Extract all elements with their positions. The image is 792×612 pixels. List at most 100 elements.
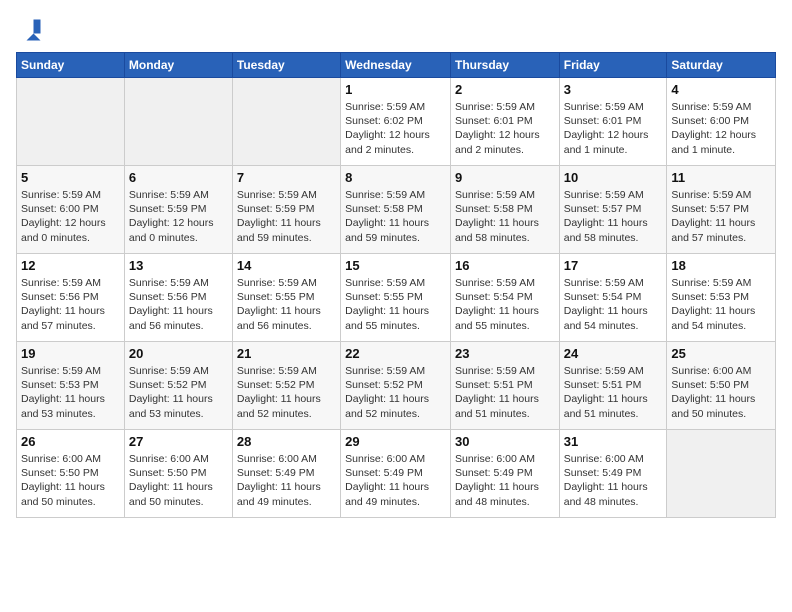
calendar-cell: 11 Sunrise: 5:59 AMSunset: 5:57 PMDayligh… xyxy=(667,166,776,254)
day-info: Sunrise: 5:59 AMSunset: 6:00 PMDaylight:… xyxy=(21,188,120,245)
day-info: Sunrise: 5:59 AMSunset: 5:57 PMDaylight:… xyxy=(671,188,771,245)
calendar-cell: 9 Sunrise: 5:59 AMSunset: 5:58 PMDaylight… xyxy=(450,166,559,254)
weekday-header-tuesday: Tuesday xyxy=(232,53,340,78)
day-info: Sunrise: 6:00 AMSunset: 5:49 PMDaylight:… xyxy=(455,452,555,509)
week-row-4: 19Sunrise: 5:59 AMSunset: 5:53 PMDayligh… xyxy=(17,342,776,430)
day-info: Sunrise: 5:59 AMSunset: 5:51 PMDaylight:… xyxy=(564,364,663,421)
day-info: Sunrise: 5:59 AMSunset: 5:56 PMDaylight:… xyxy=(129,276,228,333)
calendar-cell: 1 Sunrise: 5:59 AMSunset: 6:02 PMDaylight… xyxy=(341,78,451,166)
day-number: 26 xyxy=(21,434,120,449)
day-info: Sunrise: 6:00 AMSunset: 5:49 PMDaylight:… xyxy=(345,452,446,509)
day-info: Sunrise: 5:59 AMSunset: 6:00 PMDaylight:… xyxy=(671,100,771,157)
calendar-cell xyxy=(232,78,340,166)
day-number: 22 xyxy=(345,346,446,361)
day-number: 31 xyxy=(564,434,663,449)
calendar-cell: 3Sunrise: 5:59 AMSunset: 6:01 PMDaylight… xyxy=(559,78,667,166)
calendar-cell: 8 Sunrise: 5:59 AMSunset: 5:58 PMDaylight… xyxy=(341,166,451,254)
weekday-header-row: SundayMondayTuesdayWednesdayThursdayFrid… xyxy=(17,53,776,78)
weekday-header-monday: Monday xyxy=(124,53,232,78)
weekday-header-thursday: Thursday xyxy=(450,53,559,78)
day-info: Sunrise: 5:59 AMSunset: 5:52 PMDaylight:… xyxy=(345,364,446,421)
calendar-cell: 21 Sunrise: 5:59 AMSunset: 5:52 PMDayligh… xyxy=(232,342,340,430)
calendar-cell: 20 Sunrise: 5:59 AMSunset: 5:52 PMDayligh… xyxy=(124,342,232,430)
calendar-cell: 27 Sunrise: 6:00 AMSunset: 5:50 PMDayligh… xyxy=(124,430,232,518)
day-number: 24 xyxy=(564,346,663,361)
day-number: 23 xyxy=(455,346,555,361)
logo-icon xyxy=(16,16,44,44)
day-number: 1 xyxy=(345,82,446,97)
day-info: Sunrise: 5:59 AMSunset: 6:01 PMDaylight:… xyxy=(455,100,555,157)
day-info: Sunrise: 5:59 AMSunset: 5:54 PMDaylight:… xyxy=(564,276,663,333)
calendar-cell: 23 Sunrise: 5:59 AMSunset: 5:51 PMDayligh… xyxy=(450,342,559,430)
calendar-cell: 24 Sunrise: 5:59 AMSunset: 5:51 PMDayligh… xyxy=(559,342,667,430)
day-info: Sunrise: 5:59 AMSunset: 5:56 PMDaylight:… xyxy=(21,276,120,333)
calendar-cell: 14 Sunrise: 5:59 AMSunset: 5:55 PMDayligh… xyxy=(232,254,340,342)
day-number: 21 xyxy=(237,346,336,361)
day-number: 8 xyxy=(345,170,446,185)
calendar-cell: 28 Sunrise: 6:00 AMSunset: 5:49 PMDayligh… xyxy=(232,430,340,518)
day-info: Sunrise: 5:59 AMSunset: 5:52 PMDaylight:… xyxy=(237,364,336,421)
day-number: 11 xyxy=(671,170,771,185)
calendar-cell: 4Sunrise: 5:59 AMSunset: 6:00 PMDaylight… xyxy=(667,78,776,166)
day-number: 20 xyxy=(129,346,228,361)
calendar-cell: 6Sunrise: 5:59 AMSunset: 5:59 PMDaylight… xyxy=(124,166,232,254)
calendar-cell: 30 Sunrise: 6:00 AMSunset: 5:49 PMDayligh… xyxy=(450,430,559,518)
day-info: Sunrise: 5:59 AMSunset: 5:55 PMDaylight:… xyxy=(345,276,446,333)
day-number: 14 xyxy=(237,258,336,273)
day-info: Sunrise: 5:59 AMSunset: 5:53 PMDaylight:… xyxy=(671,276,771,333)
calendar-cell: 13 Sunrise: 5:59 AMSunset: 5:56 PMDayligh… xyxy=(124,254,232,342)
calendar-cell xyxy=(124,78,232,166)
calendar-cell: 26 Sunrise: 6:00 AMSunset: 5:50 PMDayligh… xyxy=(17,430,125,518)
calendar-cell: 19Sunrise: 5:59 AMSunset: 5:53 PMDayligh… xyxy=(17,342,125,430)
day-info: Sunrise: 5:59 AMSunset: 5:55 PMDaylight:… xyxy=(237,276,336,333)
day-info: Sunrise: 5:59 AMSunset: 5:57 PMDaylight:… xyxy=(564,188,663,245)
calendar-cell: 15 Sunrise: 5:59 AMSunset: 5:55 PMDayligh… xyxy=(341,254,451,342)
day-number: 5 xyxy=(21,170,120,185)
day-number: 30 xyxy=(455,434,555,449)
day-info: Sunrise: 5:59 AMSunset: 5:58 PMDaylight:… xyxy=(345,188,446,245)
day-number: 29 xyxy=(345,434,446,449)
week-row-2: 5 Sunrise: 5:59 AMSunset: 6:00 PMDaylight… xyxy=(17,166,776,254)
day-number: 28 xyxy=(237,434,336,449)
day-number: 15 xyxy=(345,258,446,273)
day-info: Sunrise: 5:59 AMSunset: 5:59 PMDaylight:… xyxy=(237,188,336,245)
calendar-cell xyxy=(17,78,125,166)
page-header xyxy=(16,16,776,44)
calendar-cell: 2 Sunrise: 5:59 AMSunset: 6:01 PMDaylight… xyxy=(450,78,559,166)
day-info: Sunrise: 5:59 AMSunset: 5:54 PMDaylight:… xyxy=(455,276,555,333)
calendar-cell: 5 Sunrise: 5:59 AMSunset: 6:00 PMDaylight… xyxy=(17,166,125,254)
day-info: Sunrise: 5:59 AMSunset: 5:59 PMDaylight:… xyxy=(129,188,228,245)
day-info: Sunrise: 5:59 AMSunset: 6:02 PMDaylight:… xyxy=(345,100,446,157)
calendar-cell: 10 Sunrise: 5:59 AMSunset: 5:57 PMDayligh… xyxy=(559,166,667,254)
calendar-cell xyxy=(667,430,776,518)
day-number: 17 xyxy=(564,258,663,273)
day-info: Sunrise: 6:00 AMSunset: 5:50 PMDaylight:… xyxy=(129,452,228,509)
calendar-cell: 31Sunrise: 6:00 AMSunset: 5:49 PMDayligh… xyxy=(559,430,667,518)
logo xyxy=(16,16,48,44)
day-info: Sunrise: 5:59 AMSunset: 5:53 PMDaylight:… xyxy=(21,364,120,421)
weekday-header-friday: Friday xyxy=(559,53,667,78)
calendar-cell: 16 Sunrise: 5:59 AMSunset: 5:54 PMDayligh… xyxy=(450,254,559,342)
day-number: 27 xyxy=(129,434,228,449)
day-number: 18 xyxy=(671,258,771,273)
day-info: Sunrise: 5:59 AMSunset: 5:58 PMDaylight:… xyxy=(455,188,555,245)
day-info: Sunrise: 5:59 AMSunset: 5:52 PMDaylight:… xyxy=(129,364,228,421)
calendar-cell: 18 Sunrise: 5:59 AMSunset: 5:53 PMDayligh… xyxy=(667,254,776,342)
day-number: 25 xyxy=(671,346,771,361)
day-number: 9 xyxy=(455,170,555,185)
weekday-header-sunday: Sunday xyxy=(17,53,125,78)
calendar-table: SundayMondayTuesdayWednesdayThursdayFrid… xyxy=(16,52,776,518)
calendar-cell: 17 Sunrise: 5:59 AMSunset: 5:54 PMDayligh… xyxy=(559,254,667,342)
calendar-cell: 25 Sunrise: 6:00 AMSunset: 5:50 PMDayligh… xyxy=(667,342,776,430)
day-number: 10 xyxy=(564,170,663,185)
day-info: Sunrise: 6:00 AMSunset: 5:50 PMDaylight:… xyxy=(671,364,771,421)
day-number: 3 xyxy=(564,82,663,97)
day-number: 16 xyxy=(455,258,555,273)
day-info: Sunrise: 6:00 AMSunset: 5:49 PMDaylight:… xyxy=(237,452,336,509)
day-info: Sunrise: 5:59 AMSunset: 5:51 PMDaylight:… xyxy=(455,364,555,421)
day-number: 7 xyxy=(237,170,336,185)
day-number: 13 xyxy=(129,258,228,273)
day-number: 2 xyxy=(455,82,555,97)
week-row-3: 12Sunrise: 5:59 AMSunset: 5:56 PMDayligh… xyxy=(17,254,776,342)
day-info: Sunrise: 6:00 AMSunset: 5:50 PMDaylight:… xyxy=(21,452,120,509)
